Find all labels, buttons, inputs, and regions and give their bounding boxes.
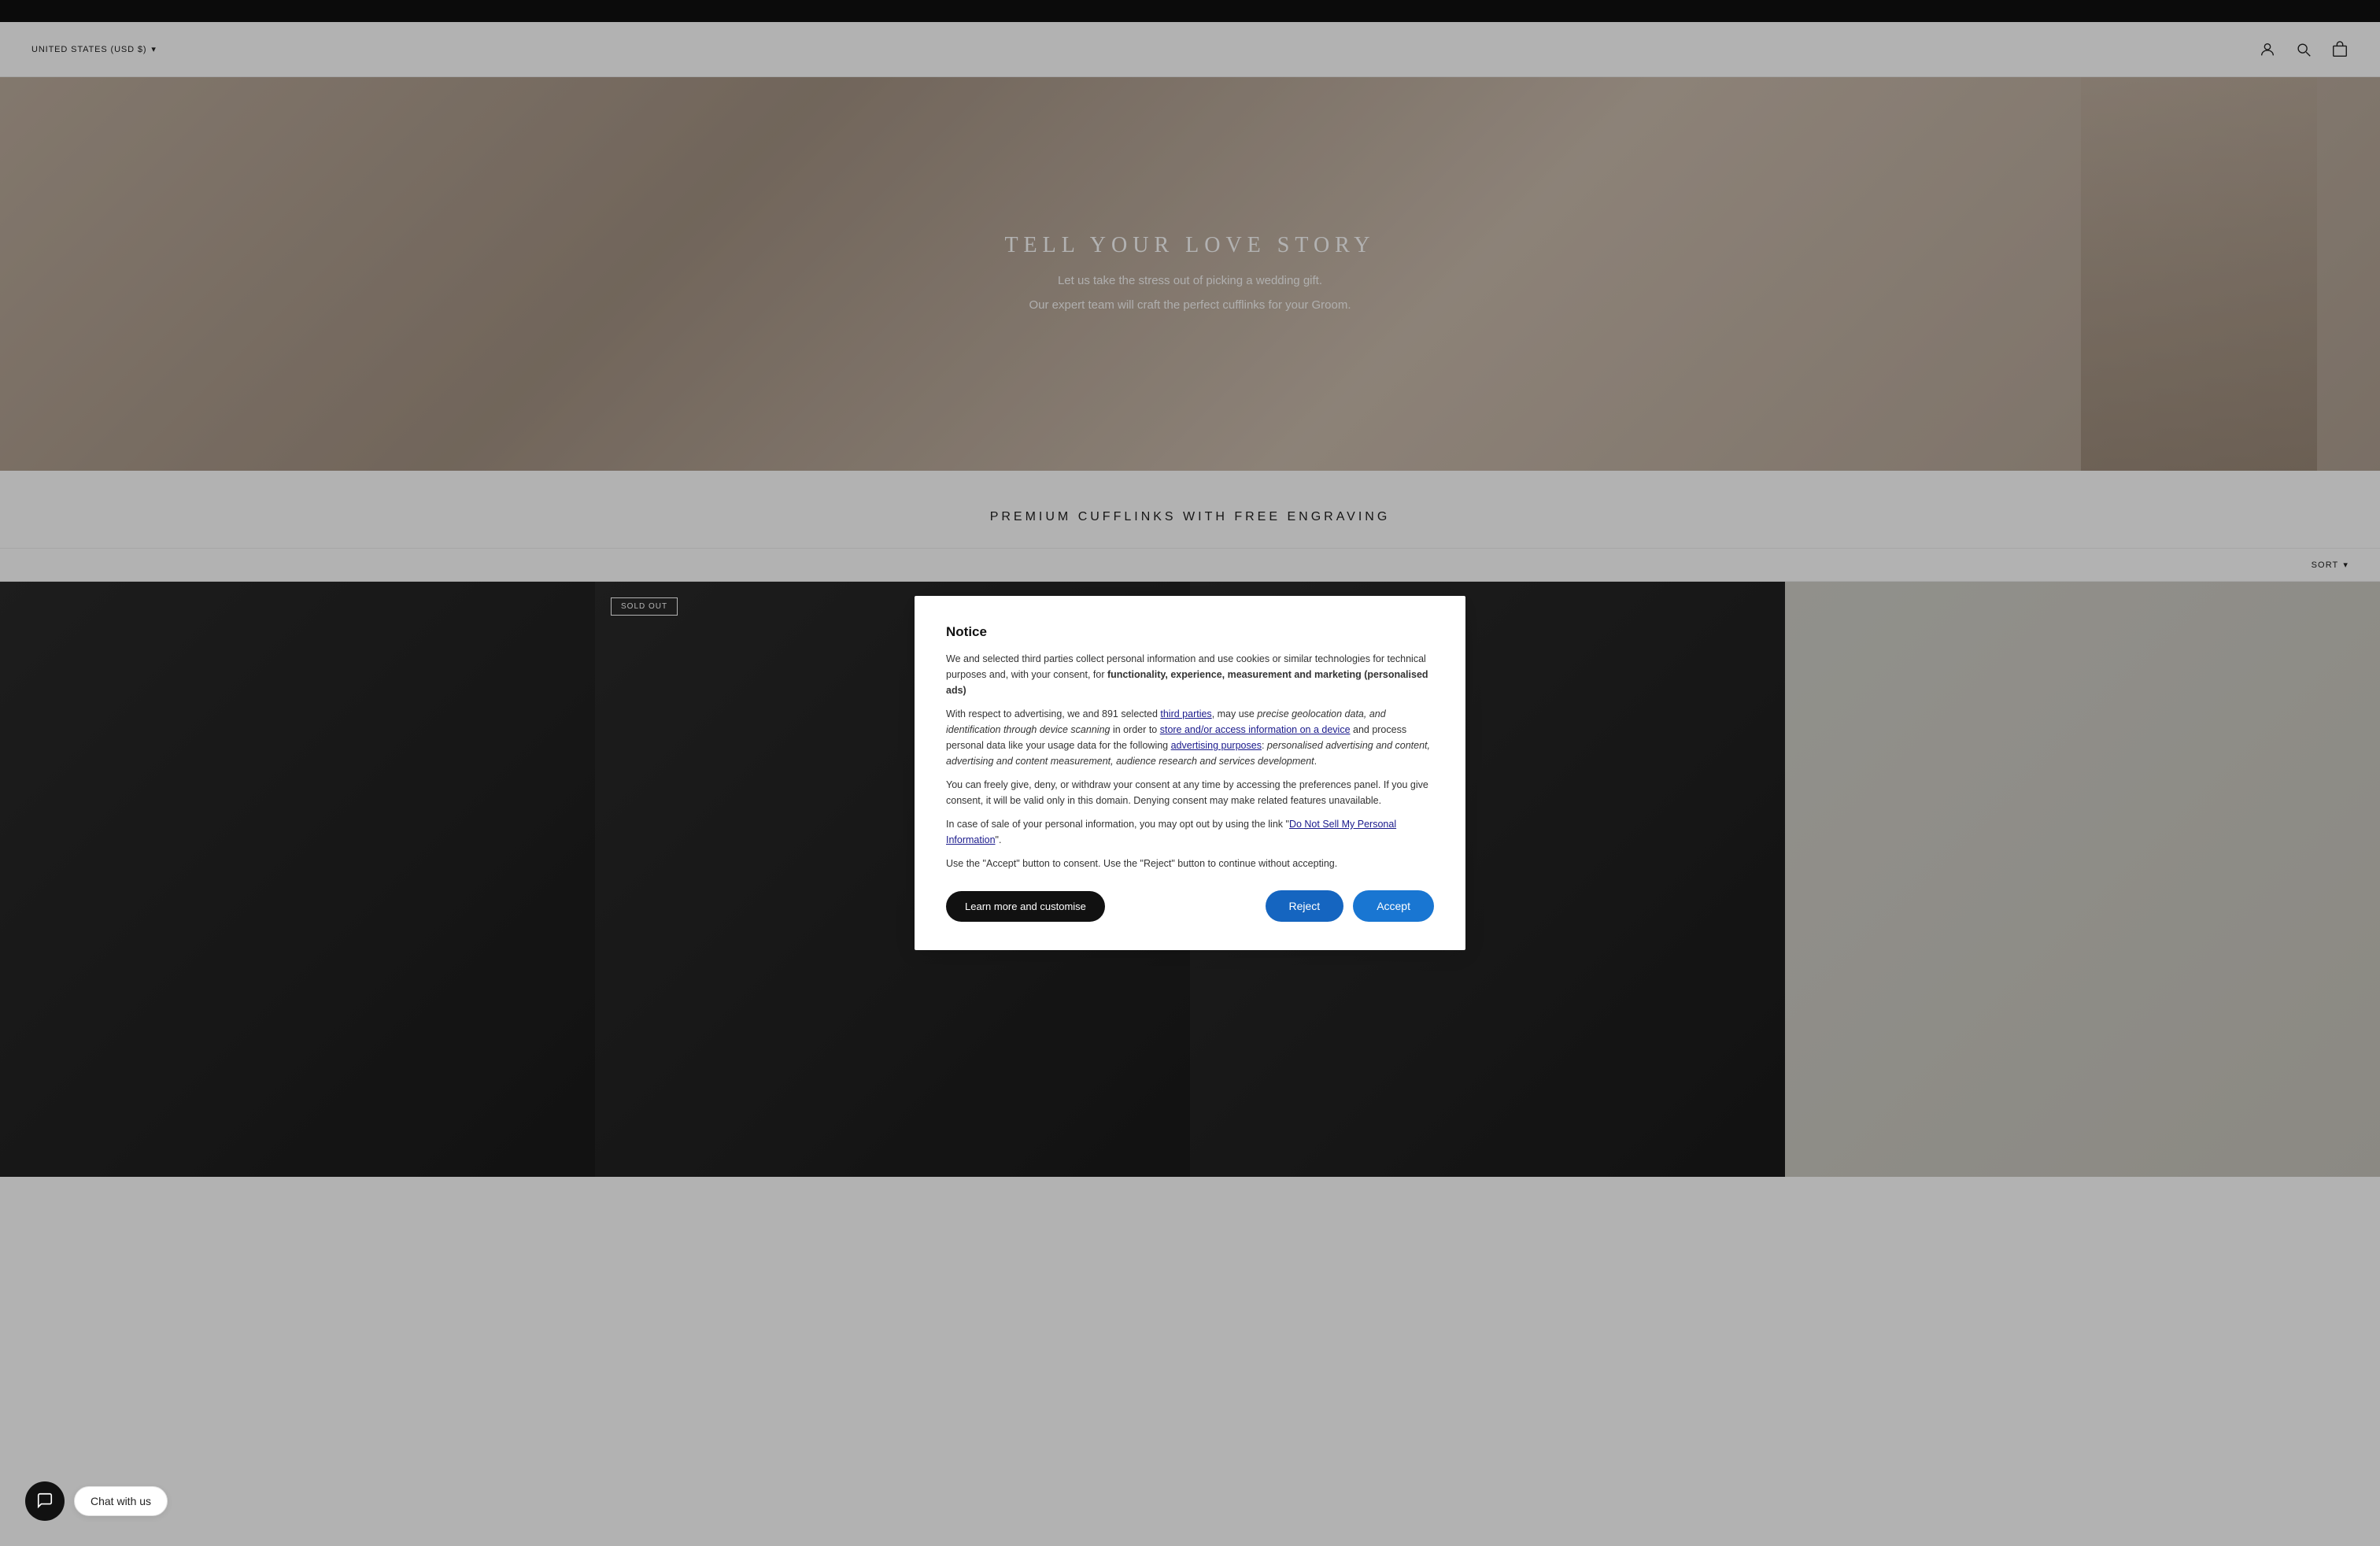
- notice-line2: With respect to advertising, we and 891 …: [946, 706, 1434, 769]
- accept-button[interactable]: Accept: [1353, 890, 1434, 922]
- cookie-notice: Notice We and selected third parties col…: [915, 596, 1465, 950]
- notice-line5: Use the "Accept" button to consent. Use …: [946, 856, 1434, 871]
- notice-line4: In case of sale of your personal informa…: [946, 816, 1434, 848]
- chat-label: Chat with us: [74, 1486, 168, 1516]
- chat-bubble-button[interactable]: [25, 1481, 65, 1521]
- advertising-purposes-link[interactable]: advertising purposes: [1171, 740, 1262, 751]
- learn-more-button[interactable]: Learn more and customise: [946, 891, 1105, 922]
- chat-icon: [36, 1492, 54, 1511]
- notice-title: Notice: [946, 624, 1434, 640]
- store-access-link[interactable]: store and/or access information on a dev…: [1160, 724, 1351, 735]
- notice-line1: We and selected third parties collect pe…: [946, 651, 1434, 698]
- third-parties-link[interactable]: third parties: [1160, 708, 1211, 719]
- accept-reject-group: Reject Accept: [1266, 890, 1435, 922]
- notice-line3: You can freely give, deny, or withdraw y…: [946, 777, 1434, 808]
- notice-body: We and selected third parties collect pe…: [946, 651, 1434, 871]
- chat-widget: Chat with us: [25, 1481, 168, 1521]
- notice-actions: Learn more and customise Reject Accept: [946, 890, 1434, 922]
- reject-button[interactable]: Reject: [1266, 890, 1344, 922]
